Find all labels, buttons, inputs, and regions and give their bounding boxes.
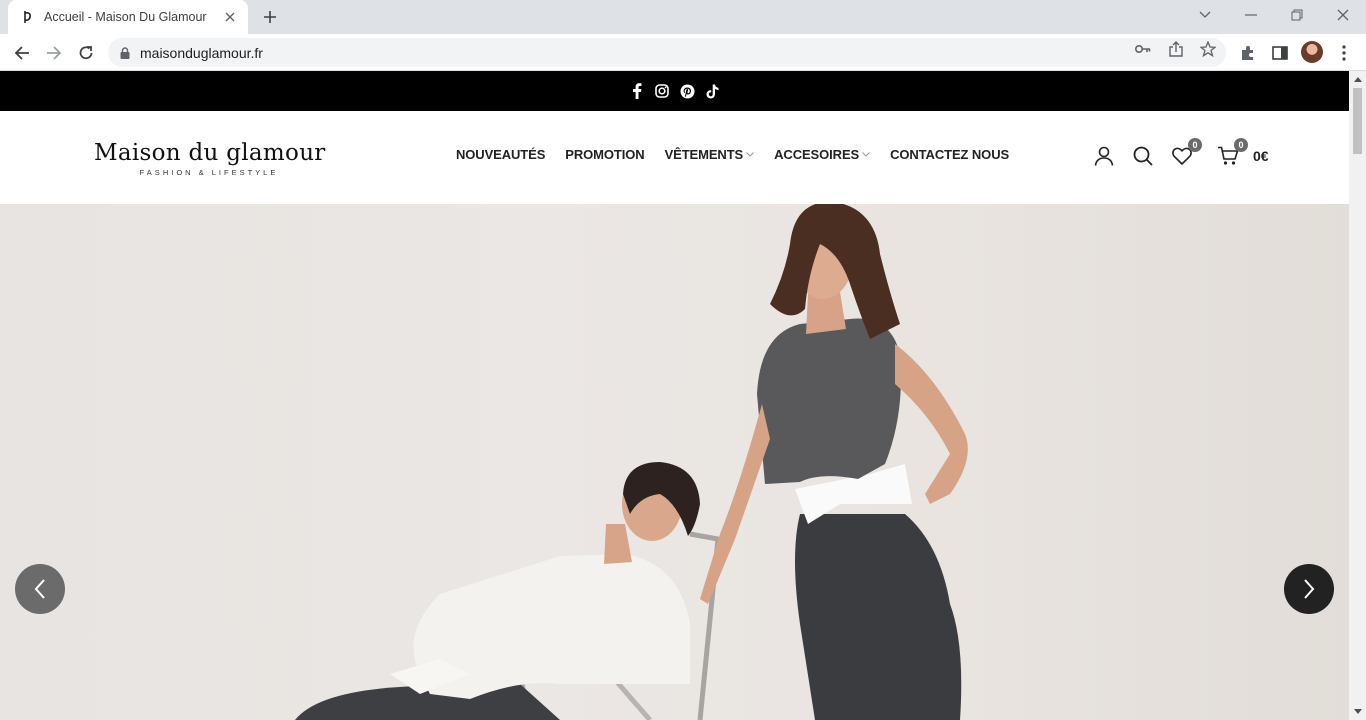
cart-count-badge: 0 <box>1234 138 1248 152</box>
chevron-down-icon <box>746 152 754 157</box>
close-tab-icon[interactable] <box>222 9 238 25</box>
nav-label: PROMOTION <box>565 147 645 162</box>
browser-toolbar: maisonduglamour.fr <box>0 34 1366 71</box>
restore-icon[interactable] <box>1274 0 1320 30</box>
scroll-thumb[interactable] <box>1353 88 1362 154</box>
wishlist-count-badge: 0 <box>1188 138 1202 152</box>
wishlist-heart-icon[interactable]: 0 <box>1170 138 1202 168</box>
side-panel-icon[interactable] <box>1270 43 1290 63</box>
tiktok-icon[interactable] <box>704 83 721 100</box>
hero-image <box>295 204 968 720</box>
browser-tabstrip: Accueil - Maison Du Glamour <box>0 0 1366 34</box>
close-window-icon[interactable] <box>1320 0 1366 30</box>
scroll-down-icon[interactable] <box>1353 707 1362 716</box>
nav-nouveautes[interactable]: NOUVEAUTÉS <box>456 147 545 162</box>
pinterest-icon[interactable] <box>679 83 696 100</box>
slider-next-button[interactable] <box>1284 564 1334 614</box>
search-icon[interactable] <box>1131 144 1155 168</box>
logo-tagline: FASHION & LIFESTYLE <box>139 168 279 177</box>
social-topbar <box>0 71 1349 111</box>
logo-title: Maison du glamour <box>94 140 326 166</box>
chevron-right-icon <box>1304 579 1315 599</box>
share-icon[interactable] <box>1168 41 1184 57</box>
cart-total[interactable]: 0€ <box>1253 148 1269 164</box>
profile-avatar[interactable] <box>1301 41 1323 63</box>
nav-label: VÊTEMENTS <box>664 147 744 162</box>
instagram-icon[interactable] <box>654 83 671 100</box>
nav-label: NOUVEAUTÉS <box>456 147 546 162</box>
site-favicon-icon <box>20 9 36 25</box>
slider-prev-button[interactable] <box>15 564 65 614</box>
tab-search-icon[interactable] <box>1182 0 1228 30</box>
nav-contactez-nous[interactable]: CONTACTEZ NOUS <box>890 147 1009 162</box>
tab-title: Accueil - Maison Du Glamour <box>44 10 207 24</box>
browser-tab[interactable]: Accueil - Maison Du Glamour <box>8 0 248 34</box>
nav-accesoires[interactable]: ACCESOIRES <box>774 147 870 162</box>
nav-promotion[interactable]: PROMOTION <box>565 147 644 162</box>
reload-button[interactable] <box>72 39 100 67</box>
chrome-menu-icon[interactable] <box>1334 43 1354 63</box>
url-text[interactable]: maisonduglamour.fr <box>140 45 263 61</box>
account-icon[interactable] <box>1092 144 1116 168</box>
key-icon[interactable] <box>1135 41 1151 57</box>
nav-label: CONTACTEZ NOUS <box>890 147 1010 162</box>
lock-icon[interactable] <box>120 46 130 59</box>
facebook-icon[interactable] <box>629 83 646 100</box>
scroll-up-icon[interactable] <box>1353 75 1362 84</box>
bookmark-star-icon[interactable] <box>1200 41 1216 57</box>
new-tab-button[interactable] <box>258 5 282 29</box>
site-header: Maison du glamour FASHION & LIFESTYLE NO… <box>0 111 1349 204</box>
address-bar[interactable]: maisonduglamour.fr <box>108 38 1226 67</box>
nav-vetements[interactable]: VÊTEMENTS <box>665 147 755 162</box>
minimize-icon[interactable] <box>1228 0 1274 30</box>
chevron-left-icon <box>34 579 45 599</box>
nav-label: ACCESOIRES <box>774 147 860 162</box>
web-page: Maison du glamour FASHION & LIFESTYLE NO… <box>0 71 1349 720</box>
site-logo[interactable]: Maison du glamour FASHION & LIFESTYLE <box>94 140 326 177</box>
hero-slider <box>0 204 1349 720</box>
back-button[interactable] <box>8 39 36 67</box>
chevron-down-icon <box>862 152 870 157</box>
main-nav: NOUVEAUTÉS PROMOTION VÊTEMENTS ACCESOIRE… <box>456 147 1029 162</box>
cart-icon[interactable]: 0 <box>1216 138 1248 168</box>
page-scrollbar[interactable] <box>1349 71 1366 720</box>
forward-button[interactable] <box>40 39 68 67</box>
extensions-icon[interactable] <box>1238 43 1258 63</box>
